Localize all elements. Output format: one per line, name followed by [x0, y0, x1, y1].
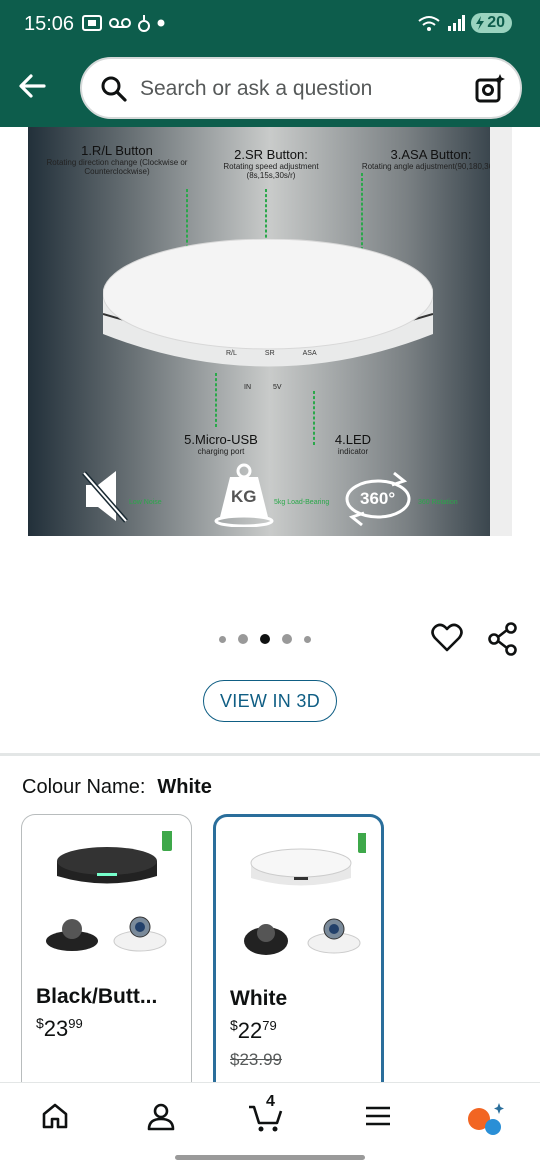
mute-icon — [82, 471, 128, 523]
more-dot-icon — [157, 19, 165, 27]
product-image[interactable]: 1.R/L Button Rotating direction change (… — [28, 127, 512, 536]
port-labels: IN 5V — [244, 384, 282, 391]
variant-price: $2399 — [36, 1015, 83, 1041]
camera-search-icon[interactable] — [474, 73, 506, 105]
carousel-dot — [219, 635, 226, 643]
variant-name: White — [230, 987, 288, 1010]
search-icon — [101, 76, 127, 102]
variant-list-price: $23.99 — [230, 1050, 282, 1069]
label-rl-button: 1.R/L Button Rotating direction change (… — [46, 143, 188, 176]
app-header: 15:06 20 Search or ask a question — [0, 0, 540, 127]
wifi-icon — [418, 16, 440, 31]
carousel-dots — [219, 634, 311, 644]
turntable-illustration — [103, 239, 433, 367]
button-labels: R/L SR ASA — [226, 350, 317, 357]
battery-level: 20 — [487, 14, 505, 31]
carousel-dot — [304, 635, 311, 643]
charging-icon — [476, 16, 485, 30]
wishlist-heart-icon[interactable] — [431, 622, 463, 654]
feature-low-noise: Low Noise — [129, 499, 162, 506]
system-icons: 20 — [417, 13, 512, 33]
app-notification-icon — [138, 15, 150, 32]
colour-label: Colour Name: — [22, 776, 146, 798]
colour-value: White — [157, 776, 212, 798]
home-icon[interactable] — [40, 1101, 70, 1131]
notification-icons — [82, 14, 165, 32]
signal-icon — [448, 15, 466, 31]
guide-line — [313, 391, 315, 445]
search-input[interactable]: Search or ask a question — [140, 77, 372, 101]
rotation-text: 360° — [360, 489, 396, 508]
kg-text: KG — [231, 487, 257, 506]
section-divider — [0, 753, 540, 756]
variant-card-black[interactable]: Black/Butt... $2399 — [21, 814, 192, 1084]
carousel-dot — [282, 634, 292, 644]
next-image-peek — [490, 127, 512, 536]
feature-load-bearing: 5kg Load-Bearing — [274, 499, 330, 506]
label-led: 4.LED indicator — [334, 432, 372, 456]
menu-icon[interactable] — [363, 1101, 393, 1131]
view-in-3d-button[interactable]: VIEW IN 3D — [203, 680, 337, 722]
label-micro-usb: 5.Micro-USB charging port — [184, 432, 258, 456]
account-icon[interactable] — [146, 1101, 176, 1131]
label-asa-button: 3.ASA Button: Rotating angle adjustment(… — [361, 147, 501, 171]
gesture-home-bar[interactable] — [175, 1155, 365, 1160]
status-time: 15:06 — [24, 13, 75, 35]
variant-price: $2279 — [230, 1017, 277, 1043]
cart-count-badge: 4 — [266, 1093, 275, 1110]
back-arrow-icon[interactable] — [14, 68, 50, 104]
voicemail-icon — [109, 18, 131, 28]
status-bar: 15:06 20 — [0, 0, 540, 50]
variant-name: Black/Butt... — [36, 985, 158, 1008]
carousel-dot-active — [260, 634, 270, 644]
share-icon[interactable] — [487, 622, 519, 656]
feature-360-rotation: 360 Rotation — [418, 499, 458, 506]
colour-name-row: Colour Name: White — [22, 776, 212, 799]
battery-indicator: 20 — [471, 13, 512, 33]
variant-image — [244, 833, 366, 955]
screenshot-icon — [82, 15, 102, 31]
label-sr-button: 2.SR Button: Rotating speed adjustment (… — [223, 147, 319, 180]
search-bar[interactable]: Search or ask a question — [80, 57, 522, 119]
rufus-assistant-icon[interactable] — [466, 1101, 506, 1135]
variant-card-white[interactable]: White $2279 $23.99 — [213, 814, 384, 1084]
carousel-dot — [238, 634, 248, 644]
variant-image — [46, 831, 172, 952]
